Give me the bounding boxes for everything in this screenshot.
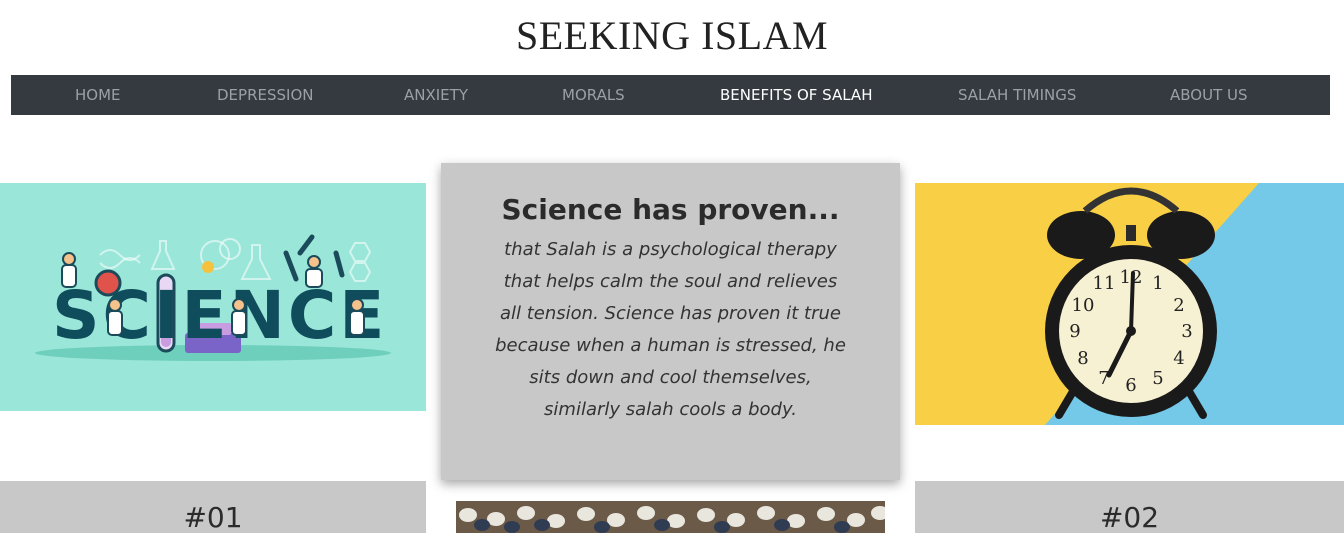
nav-depression[interactable]: DEPRESSION [217, 75, 313, 115]
clock-numeral-9: 9 [1069, 321, 1080, 342]
science-illustration: SCIENCE [0, 183, 426, 411]
science-illustration-svg: SCIENCE [35, 234, 391, 361]
clock-numeral-8: 8 [1077, 348, 1088, 369]
science-proven-card: Science has proven... that Salah is a ps… [441, 163, 900, 480]
card-body-text: that Salah is a psychological therapy th… [495, 239, 846, 420]
clock-numeral-4: 4 [1173, 348, 1184, 369]
clock-numeral-2: 2 [1173, 295, 1184, 316]
section-strip-02: #02 [915, 481, 1344, 534]
clock-numeral-6: 6 [1125, 375, 1136, 396]
prayer-crowd-photo [456, 501, 885, 533]
nav-morals[interactable]: MORALS [562, 75, 625, 115]
nav-benefits-of-salah[interactable]: BENEFITS OF SALAH [720, 75, 872, 115]
section-strip-01: #01 [0, 481, 426, 534]
nav-anxiety[interactable]: ANXIETY [404, 75, 468, 115]
nav-salah-timings[interactable]: SALAH TIMINGS [958, 75, 1076, 115]
clock-numeral-7: 7 [1098, 368, 1109, 389]
clock-numeral-1: 1 [1152, 273, 1163, 294]
nav-home[interactable]: HOME [75, 75, 121, 115]
site-title: SEEKING ISLAM [515, 13, 829, 58]
section-label-01: #01 [183, 501, 243, 534]
clock-numeral-3: 3 [1181, 321, 1192, 342]
prayer-crowd-svg [456, 501, 885, 533]
alarm-clock-svg: 12 1 2 3 4 5 6 7 8 9 10 11 [915, 183, 1344, 425]
main-navbar: HOME DEPRESSION ANXIETY MORALS BENEFITS … [11, 75, 1330, 115]
card-heading: Science has proven... [501, 193, 840, 226]
clock-numeral-10: 10 [1072, 295, 1095, 316]
alarm-clock-photo: 12 1 2 3 4 5 6 7 8 9 10 11 [915, 183, 1344, 425]
science-word: SCIENCE [52, 277, 387, 354]
section-label-02: #02 [1099, 501, 1160, 534]
nav-about-us[interactable]: ABOUT US [1170, 75, 1248, 115]
clock-numeral-5: 5 [1152, 368, 1163, 389]
clock-numeral-11: 11 [1093, 273, 1116, 294]
